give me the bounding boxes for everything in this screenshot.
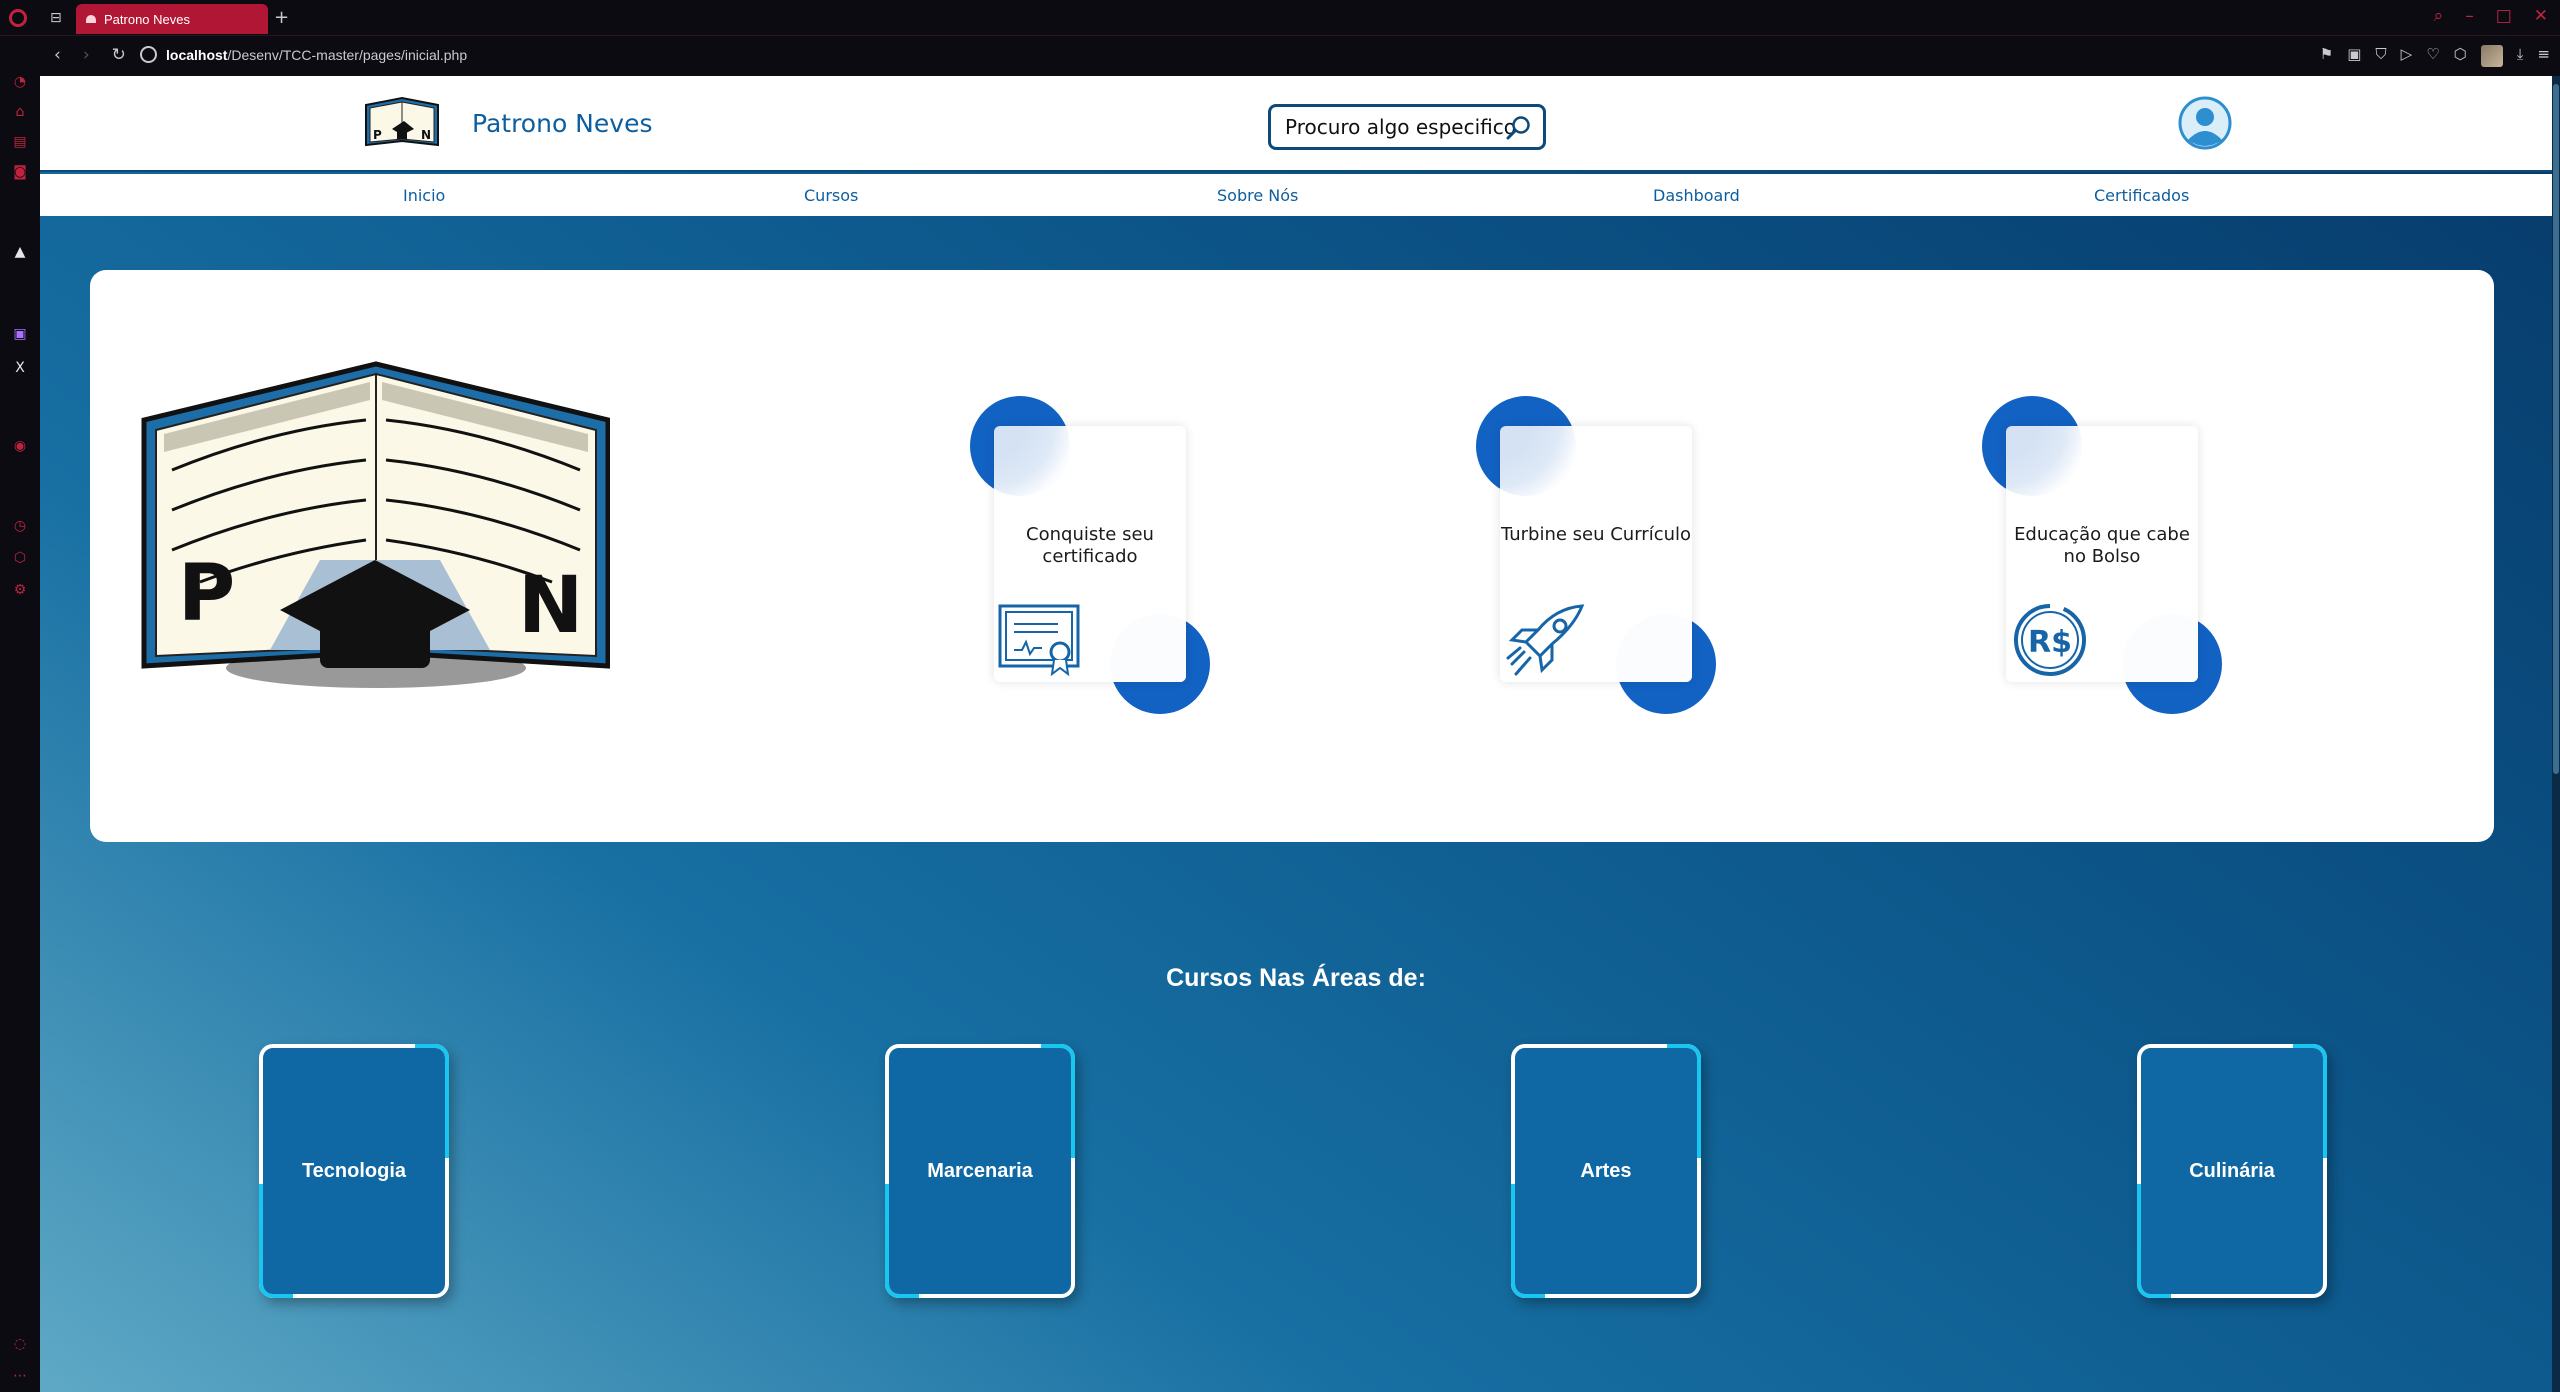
shield-icon[interactable]: ⛉ — [2375, 45, 2386, 67]
back-icon[interactable]: ‹ — [54, 45, 61, 65]
area-label: Tecnologia — [301, 1159, 407, 1182]
search-tabs-icon[interactable]: ⌕ — [2434, 6, 2444, 26]
x-icon[interactable]: X — [12, 360, 28, 376]
forward-icon[interactable]: › — [83, 45, 90, 65]
close-icon[interactable]: ✕ — [2534, 6, 2548, 26]
snapshot-icon[interactable]: ▣ — [2347, 45, 2361, 67]
area-label: Artes — [1580, 1159, 1632, 1182]
heart-icon[interactable]: ♡ — [2426, 45, 2439, 67]
user-profile-icon[interactable] — [2178, 96, 2232, 150]
url-path: /Desenv/TCC-master/pages/inicial.php — [227, 47, 468, 63]
extensions-side-icon[interactable]: ⬡ — [12, 550, 28, 566]
search-label: Procuro algo especifico — [1285, 115, 1516, 139]
minimize-icon[interactable]: – — [2465, 6, 2474, 26]
address-bar: ‹ › ↻ localhost/Desenv/TCC-master/pages/… — [40, 36, 2560, 76]
history-icon[interactable]: ◷ — [12, 518, 28, 534]
nav-cursos[interactable]: Cursos — [804, 186, 858, 205]
url-field[interactable]: localhost/Desenv/TCC-master/pages/inicia… — [166, 47, 467, 63]
messenger-icon[interactable]: ◙ — [12, 164, 28, 180]
ai-icon[interactable]: ◔ — [12, 74, 28, 90]
nav-dashboard[interactable]: Dashboard — [1653, 186, 1740, 205]
brand-name[interactable]: Patrono Neves — [472, 109, 652, 138]
money-symbol: R$ — [2028, 625, 2072, 660]
area-card-artes[interactable]: Artes — [1511, 1044, 1701, 1298]
feature-bolso: Educação que cabe no Bolso R$ — [1982, 396, 2222, 726]
nav-certificados[interactable]: Certificados — [2094, 186, 2189, 205]
extensions-icon[interactable]: ⬡ — [2454, 45, 2467, 67]
hero-logo-letter-p: P — [178, 549, 235, 639]
url-host: localhost — [166, 47, 228, 63]
navigation-buttons: ‹ › ↻ — [54, 45, 126, 65]
area-card-marcenaria[interactable]: Marcenaria — [885, 1044, 1075, 1298]
window-controls: ⌕ – □ ✕ — [2434, 6, 2548, 26]
area-card-culinaria[interactable]: Culinária — [2137, 1044, 2327, 1298]
page-viewport: P N Patrono Neves Procuro algo especific… — [40, 76, 2560, 1392]
tab-favicon-icon — [86, 15, 96, 23]
browser-tab[interactable]: Patrono Neves — [76, 4, 268, 34]
main-nav: Inicio Cursos Sobre Nós Dashboard Certif… — [40, 174, 2552, 216]
feature-title: Conquiste seu certificado — [1026, 524, 1154, 567]
feature-card: Conquiste seu certificado — [994, 426, 1186, 682]
feature-certificado: Conquiste seu certificado — [970, 396, 1210, 726]
hero-logo-letter-n: N — [518, 561, 583, 651]
nav-sobre-nos[interactable]: Sobre Nós — [1217, 186, 1298, 205]
player-icon[interactable]: ▷ — [2401, 45, 2413, 67]
tab-title: Patrono Neves — [104, 11, 190, 27]
money-icon: R$ — [2014, 604, 2086, 676]
gx-icon[interactable]: ◌ — [12, 1336, 28, 1352]
area-label: Culinária — [2189, 1159, 2275, 1182]
scrollbar-thumb[interactable] — [2553, 84, 2559, 774]
tab-islands-icon[interactable]: ⊟ — [50, 10, 62, 26]
maximize-icon[interactable]: □ — [2496, 6, 2512, 26]
area-label: Marcenaria — [927, 1159, 1033, 1182]
site-header: P N Patrono Neves Procuro algo especific… — [40, 76, 2552, 172]
nav-inicio[interactable]: Inicio — [403, 186, 445, 205]
site-logo[interactable]: P N — [362, 95, 442, 149]
search-icon — [1506, 116, 1530, 140]
feature-card: Educação que cabe no Bolso R$ — [2006, 426, 2198, 682]
certificate-icon — [998, 604, 1080, 677]
browser-sidebar: ◔ ⌂ ▤ ◙ ▲ ▣ X ◉ ◷ ⬡ ⚙ ◌ ⋯ — [0, 36, 40, 1392]
profile-avatar[interactable] — [2480, 45, 2503, 67]
settings-icon[interactable]: ⚙ — [12, 582, 28, 598]
opera-logo-icon[interactable] — [9, 9, 27, 27]
extension-toolbar: ⚑ ▣ ⛉ ▷ ♡ ⬡ ⤓ ≡ — [2320, 45, 2550, 67]
hero-logo-illustration: P N — [141, 361, 610, 688]
feature-title: Educação que cabe no Bolso — [2014, 524, 2190, 567]
hero-card: P N Conquiste seu certificado Turbine se… — [90, 270, 2494, 842]
browser-tab-bar: ⊟ Patrono Neves + ⌕ – □ ✕ — [0, 0, 2560, 36]
app-icon[interactable]: ▲ — [12, 244, 28, 260]
search-button[interactable]: Procuro algo especifico — [1268, 104, 1546, 150]
feature-card: Turbine seu Currículo — [1500, 426, 1692, 682]
menu-icon[interactable]: ≡ — [2537, 45, 2550, 67]
bookmark-icon[interactable]: ⚑ — [2320, 45, 2333, 67]
area-card-tecnologia[interactable]: Tecnologia — [259, 1044, 449, 1298]
download-icon[interactable]: ⤓ — [2517, 45, 2524, 67]
shopping-icon[interactable]: ⌂ — [12, 104, 28, 120]
twitch-icon[interactable]: ▣ — [12, 326, 28, 342]
page-scrollbar[interactable] — [2552, 76, 2560, 1392]
feature-curriculo: Turbine seu Currículo — [1476, 396, 1716, 726]
more-icon[interactable]: ⋯ — [12, 1368, 28, 1384]
logo-letter-n: N — [421, 128, 431, 142]
player-side-icon[interactable]: ◉ — [12, 438, 28, 454]
logo-letter-p: P — [373, 128, 382, 142]
new-tab-button[interactable]: + — [274, 7, 289, 28]
rocket-icon — [1506, 604, 1585, 676]
reload-icon[interactable]: ↻ — [112, 45, 126, 65]
areas-title: Cursos Nas Áreas de: — [1166, 964, 1426, 992]
news-icon[interactable]: ▤ — [12, 134, 28, 150]
site-info-icon[interactable] — [140, 46, 157, 63]
feature-title: Turbine seu Currículo — [1500, 524, 1692, 545]
